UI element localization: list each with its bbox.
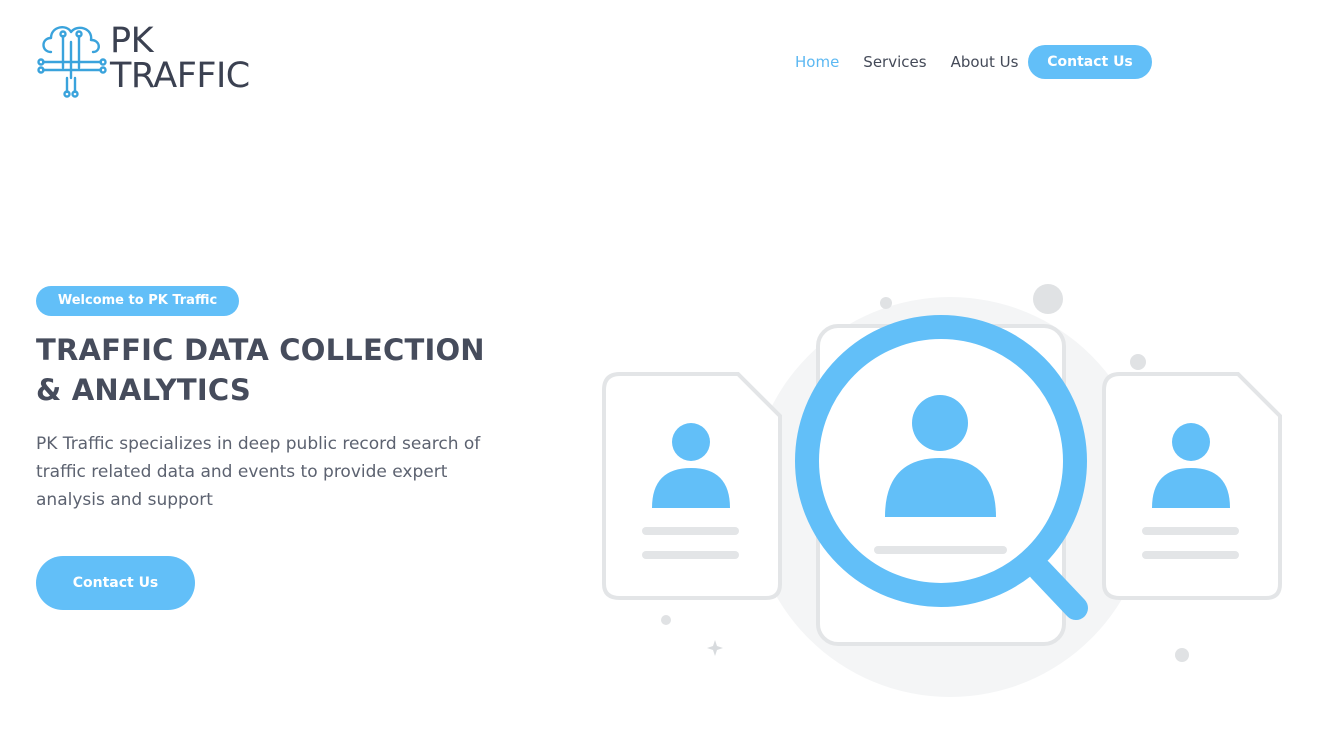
profile-search-icon	[602, 284, 1282, 697]
cloud-circuit-icon	[37, 26, 107, 98]
magnifier-icon	[795, 315, 1088, 620]
logo-line-2: TRAFFIC	[110, 56, 250, 96]
sparkle-icon	[707, 640, 723, 656]
decor-dot	[661, 615, 671, 625]
hero-title: TRAFFIC DATA COLLECTION & ANALYTICS	[36, 333, 485, 407]
header-contact-button[interactable]: Contact Us	[1028, 45, 1152, 79]
right-profile-document	[1102, 372, 1282, 600]
logo-wordmark: PK TRAFFIC	[110, 24, 250, 94]
decor-dot	[880, 297, 892, 309]
logo[interactable]: PK TRAFFIC	[37, 22, 267, 98]
hero-description: PK Traffic specializes in deep public re…	[36, 434, 481, 510]
decor-dot	[1175, 648, 1189, 662]
left-profile-document	[602, 372, 782, 600]
decor-dot	[1033, 284, 1063, 314]
nav-home-link[interactable]: Home	[795, 53, 839, 71]
welcome-badge: Welcome to PK Traffic	[36, 286, 239, 316]
decor-dot	[1130, 354, 1146, 370]
hero-contact-button[interactable]: Contact Us	[36, 556, 195, 610]
nav-about-link[interactable]: About Us	[951, 53, 1019, 71]
nav-services-link[interactable]: Services	[863, 53, 926, 71]
site-header: PK TRAFFIC Home Services About Us Contac…	[0, 0, 1328, 125]
main-nav: Home Services About Us	[795, 45, 1042, 79]
logo-line-1: PK	[110, 21, 154, 61]
